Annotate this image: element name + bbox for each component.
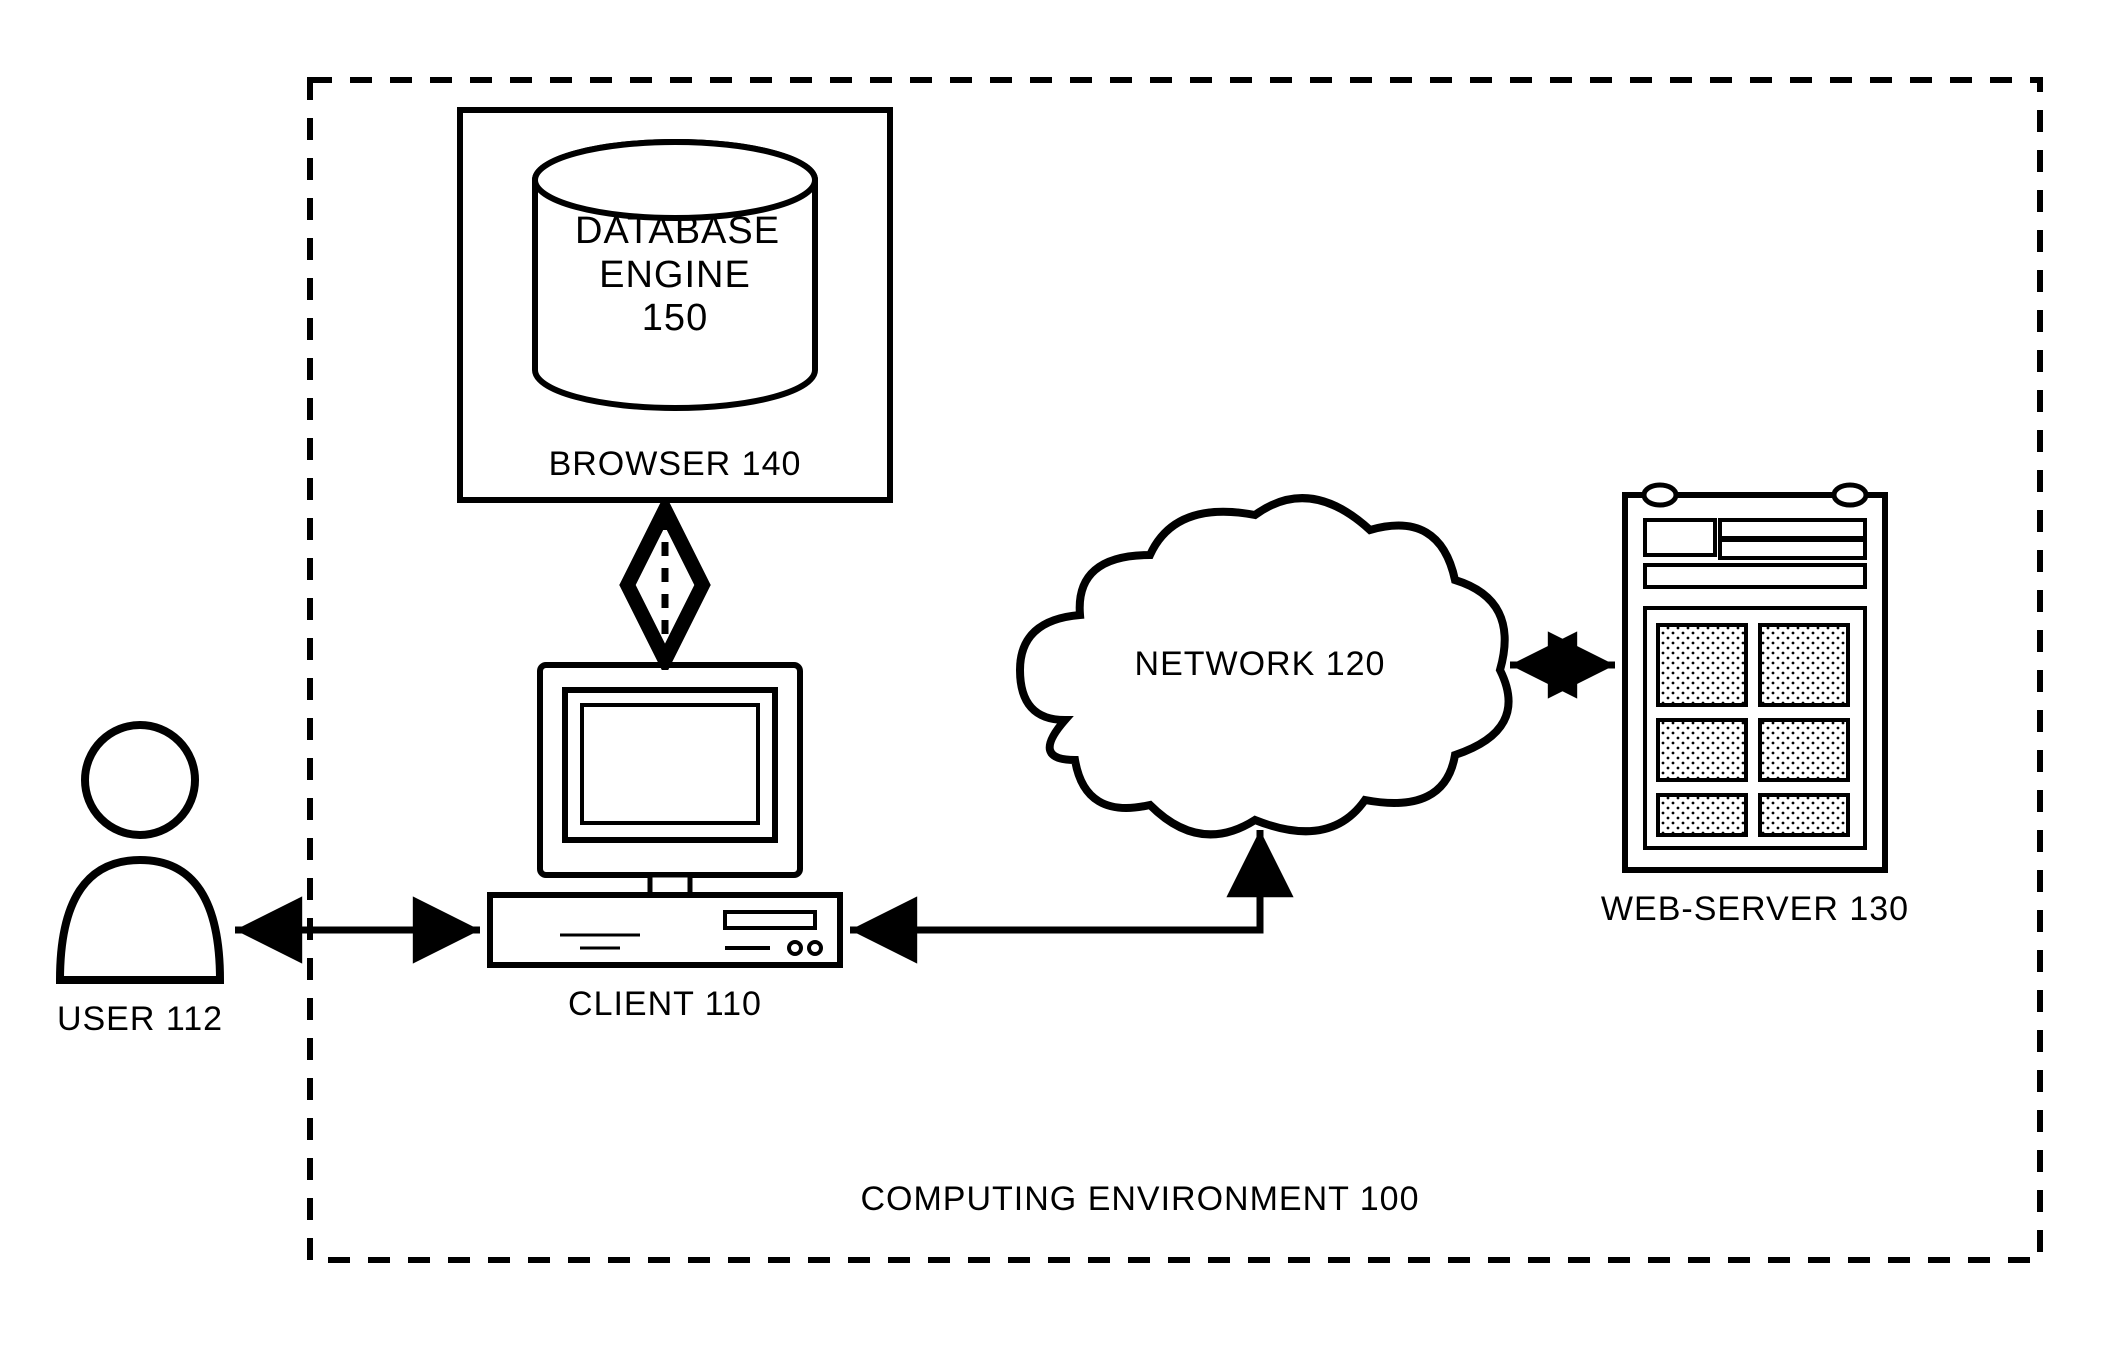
webserver-icon [1625,485,1885,870]
client-label: CLIENT 110 [540,985,790,1024]
container-label: COMPUTING ENVIRONMENT 100 [790,1180,1490,1219]
browser-label: BROWSER 140 [525,445,825,484]
diagram-canvas: DATABASE ENGINE 150 BROWSER 140 USER 112… [0,0,2101,1353]
network-label: NETWORK 120 [1105,645,1415,684]
user-label: USER 112 [40,1000,240,1039]
edge-client-network [850,830,1260,930]
user-icon [60,725,220,980]
webserver-label: WEB-SERVER 130 [1590,890,1920,929]
diagram-svg [0,0,2101,1353]
client-icon [490,665,840,965]
database-label: DATABASE ENGINE 150 [575,210,775,341]
